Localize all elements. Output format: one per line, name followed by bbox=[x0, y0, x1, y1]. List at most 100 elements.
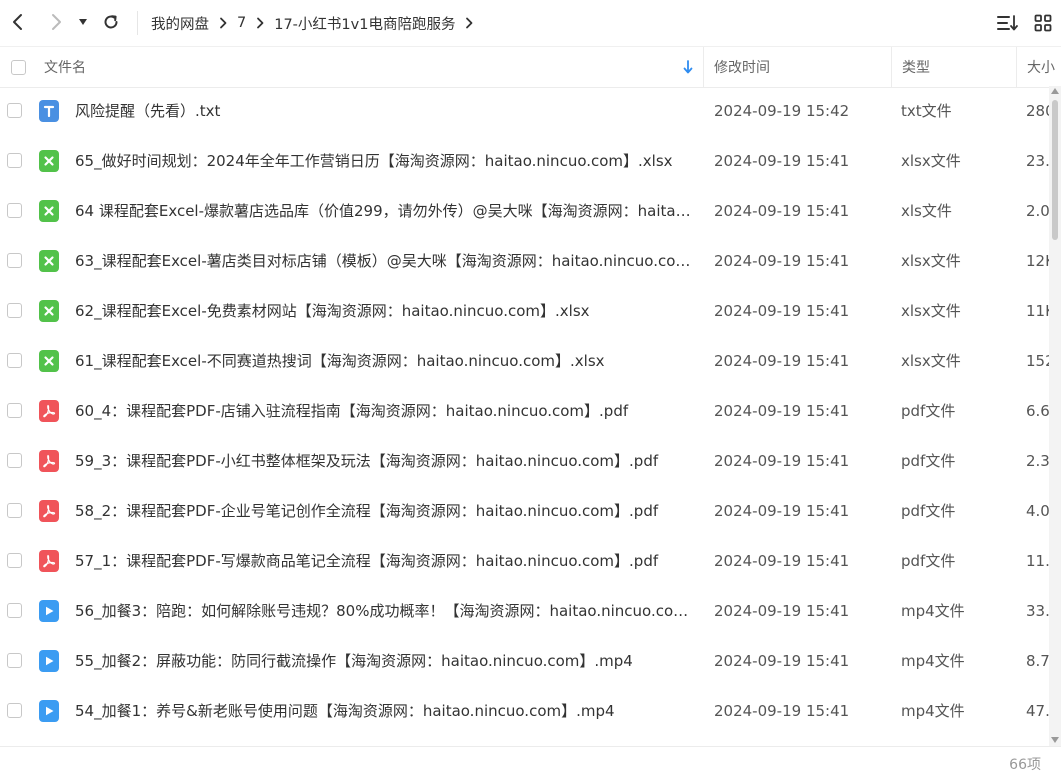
file-type: pdf文件 bbox=[901, 502, 956, 520]
file-row[interactable]: 60_4：课程配套PDF-店铺入驻流程指南【海淘资源网：haitao.nincu… bbox=[0, 386, 1049, 436]
excel-file-icon bbox=[39, 350, 59, 372]
file-type: xlsx文件 bbox=[901, 152, 961, 170]
file-size: 6.6 bbox=[1026, 402, 1049, 420]
file-type: xlsx文件 bbox=[901, 352, 961, 370]
breadcrumb-item-folder[interactable]: 7 bbox=[237, 15, 246, 31]
row-checkbox[interactable] bbox=[7, 303, 22, 318]
column-name-header[interactable]: 文件名 bbox=[44, 47, 86, 87]
file-type: pdf文件 bbox=[901, 402, 956, 420]
vertical-scrollbar[interactable] bbox=[1049, 86, 1061, 746]
toolbar-divider bbox=[137, 11, 138, 35]
file-modified-time: 2024-09-19 15:41 bbox=[714, 252, 850, 270]
scrollbar-thumb[interactable] bbox=[1052, 100, 1058, 240]
item-count: 66项 bbox=[1009, 757, 1041, 773]
file-type: xlsx文件 bbox=[901, 252, 961, 270]
row-checkbox[interactable] bbox=[7, 203, 22, 218]
file-row[interactable]: 风险提醒（先看）.txt 2024-09-19 15:42 txt文件 280 bbox=[0, 86, 1049, 136]
back-button[interactable] bbox=[4, 8, 32, 36]
file-size: 33. bbox=[1026, 602, 1049, 620]
column-size-header[interactable]: 大小 bbox=[1027, 47, 1055, 87]
row-checkbox[interactable] bbox=[7, 153, 22, 168]
file-name[interactable]: 54_加餐1：养号&新老账号使用问题【海淘资源网：haitao.nincuo.c… bbox=[75, 686, 695, 736]
forward-button[interactable] bbox=[42, 8, 70, 36]
excel-file-icon bbox=[39, 250, 59, 272]
sort-button[interactable] bbox=[997, 12, 1019, 34]
file-name[interactable]: 58_2：课程配套PDF-企业号笔记创作全流程【海淘资源网：haitao.nin… bbox=[75, 486, 695, 536]
video-file-icon bbox=[39, 600, 59, 622]
scroll-up-arrow-icon[interactable] bbox=[1051, 88, 1059, 94]
file-name[interactable]: 56_加餐3：陪跑：如何解除账号违规？80%成功概率！【海淘资源网：haitao… bbox=[75, 586, 695, 636]
file-modified-time: 2024-09-19 15:41 bbox=[714, 702, 850, 720]
file-name[interactable]: 63_课程配套Excel-薯店类目对标店铺（模板）@吴大咪【海淘资源网：hait… bbox=[75, 236, 695, 286]
row-checkbox[interactable] bbox=[7, 703, 22, 718]
pdf-file-icon bbox=[39, 450, 59, 472]
file-row[interactable]: 56_加餐3：陪跑：如何解除账号违规？80%成功概率！【海淘资源网：haitao… bbox=[0, 586, 1049, 636]
row-checkbox[interactable] bbox=[7, 253, 22, 268]
file-name[interactable]: 60_4：课程配套PDF-店铺入驻流程指南【海淘资源网：haitao.nincu… bbox=[75, 386, 695, 436]
file-name[interactable]: 57_1：课程配套PDF-写爆款商品笔记全流程【海淘资源网：haitao.nin… bbox=[75, 536, 695, 586]
file-modified-time: 2024-09-19 15:41 bbox=[714, 552, 850, 570]
file-row[interactable]: 59_3：课程配套PDF-小红书整体框架及玩法【海淘资源网：haitao.nin… bbox=[0, 436, 1049, 486]
file-row[interactable]: 61_课程配套Excel-不同赛道热搜词【海淘资源网：haitao.nincuo… bbox=[0, 336, 1049, 386]
file-row[interactable]: 54_加餐1：养号&新老账号使用问题【海淘资源网：haitao.nincuo.c… bbox=[0, 686, 1049, 736]
row-checkbox[interactable] bbox=[7, 353, 22, 368]
file-row[interactable]: 58_2：课程配套PDF-企业号笔记创作全流程【海淘资源网：haitao.nin… bbox=[0, 486, 1049, 536]
checkbox[interactable] bbox=[11, 59, 26, 75]
grid-view-button[interactable] bbox=[1032, 12, 1054, 34]
refresh-icon bbox=[104, 15, 118, 29]
file-size: 2.3 bbox=[1026, 452, 1049, 470]
file-size: 11K bbox=[1026, 302, 1049, 320]
scroll-down-arrow-icon[interactable] bbox=[1051, 737, 1059, 743]
pdf-file-icon bbox=[39, 400, 59, 422]
row-checkbox[interactable] bbox=[7, 603, 22, 618]
breadcrumb-item-current[interactable]: 17-小红书1v1电商陪跑服务 bbox=[274, 13, 455, 34]
file-type: mp4文件 bbox=[901, 702, 965, 720]
file-type: txt文件 bbox=[901, 102, 952, 120]
toolbar: 我的网盘 7 17-小红书1v1电商陪跑服务 bbox=[0, 0, 1061, 46]
column-modified-header[interactable]: 修改时间 bbox=[714, 47, 770, 87]
file-name[interactable]: 65_做好时间规划：2024年全年工作营销日历【海淘资源网：haitao.nin… bbox=[75, 136, 695, 186]
column-divider[interactable] bbox=[891, 47, 892, 87]
file-modified-time: 2024-09-19 15:41 bbox=[714, 502, 850, 520]
row-checkbox[interactable] bbox=[7, 503, 22, 518]
file-size: 4.0 bbox=[1026, 502, 1049, 520]
row-checkbox[interactable] bbox=[7, 103, 22, 118]
row-checkbox[interactable] bbox=[7, 403, 22, 418]
file-row[interactable]: 65_做好时间规划：2024年全年工作营销日历【海淘资源网：haitao.nin… bbox=[0, 136, 1049, 186]
column-divider[interactable] bbox=[703, 47, 704, 87]
file-name[interactable]: 64 课程配套Excel-爆款薯店选品库（价值299，请勿外传）@吴大咪【海淘资… bbox=[75, 186, 695, 236]
file-row[interactable]: 64 课程配套Excel-爆款薯店选品库（价值299，请勿外传）@吴大咪【海淘资… bbox=[0, 186, 1049, 236]
excel-file-icon bbox=[39, 150, 59, 172]
row-checkbox[interactable] bbox=[7, 653, 22, 668]
file-name[interactable]: 风险提醒（先看）.txt bbox=[75, 86, 695, 136]
file-type: mp4文件 bbox=[901, 602, 965, 620]
file-row[interactable]: 63_课程配套Excel-薯店类目对标店铺（模板）@吴大咪【海淘资源网：hait… bbox=[0, 236, 1049, 286]
refresh-button[interactable] bbox=[97, 8, 125, 36]
file-size: 8.7 bbox=[1026, 652, 1049, 670]
file-row[interactable]: 57_1：课程配套PDF-写爆款商品笔记全流程【海淘资源网：haitao.nin… bbox=[0, 536, 1049, 586]
row-checkbox[interactable] bbox=[7, 453, 22, 468]
file-row[interactable]: 55_加餐2：屏蔽功能：防同行截流操作【海淘资源网：haitao.nincuo.… bbox=[0, 636, 1049, 686]
sort-descending-icon[interactable] bbox=[683, 47, 693, 87]
file-modified-time: 2024-09-19 15:41 bbox=[714, 452, 850, 470]
file-row[interactable]: 62_课程配套Excel-免费素材网站【海淘资源网：haitao.nincuo.… bbox=[0, 286, 1049, 336]
column-divider[interactable] bbox=[1016, 47, 1017, 87]
video-file-icon bbox=[39, 650, 59, 672]
file-name[interactable]: 61_课程配套Excel-不同赛道热搜词【海淘资源网：haitao.nincuo… bbox=[75, 336, 695, 386]
row-checkbox[interactable] bbox=[7, 553, 22, 568]
breadcrumb: 我的网盘 7 17-小红书1v1电商陪跑服务 bbox=[151, 0, 483, 46]
column-type-header[interactable]: 类型 bbox=[902, 47, 930, 87]
file-modified-time: 2024-09-19 15:41 bbox=[714, 402, 850, 420]
breadcrumb-item-root[interactable]: 我的网盘 bbox=[151, 13, 209, 34]
file-name[interactable]: 62_课程配套Excel-免费素材网站【海淘资源网：haitao.nincuo.… bbox=[75, 286, 695, 336]
file-list: 风险提醒（先看）.txt 2024-09-19 15:42 txt文件 280 … bbox=[0, 86, 1049, 746]
breadcrumb-separator-icon bbox=[256, 17, 264, 29]
file-modified-time: 2024-09-19 15:41 bbox=[714, 202, 850, 220]
file-type: mp4文件 bbox=[901, 652, 965, 670]
file-name[interactable]: 59_3：课程配套PDF-小红书整体框架及玩法【海淘资源网：haitao.nin… bbox=[75, 436, 695, 486]
file-name[interactable]: 55_加餐2：屏蔽功能：防同行截流操作【海淘资源网：haitao.nincuo.… bbox=[75, 636, 695, 686]
history-dropdown-button[interactable] bbox=[72, 8, 94, 36]
excel-file-icon bbox=[39, 200, 59, 222]
file-type: pdf文件 bbox=[901, 552, 956, 570]
select-all-checkbox[interactable] bbox=[11, 47, 26, 87]
